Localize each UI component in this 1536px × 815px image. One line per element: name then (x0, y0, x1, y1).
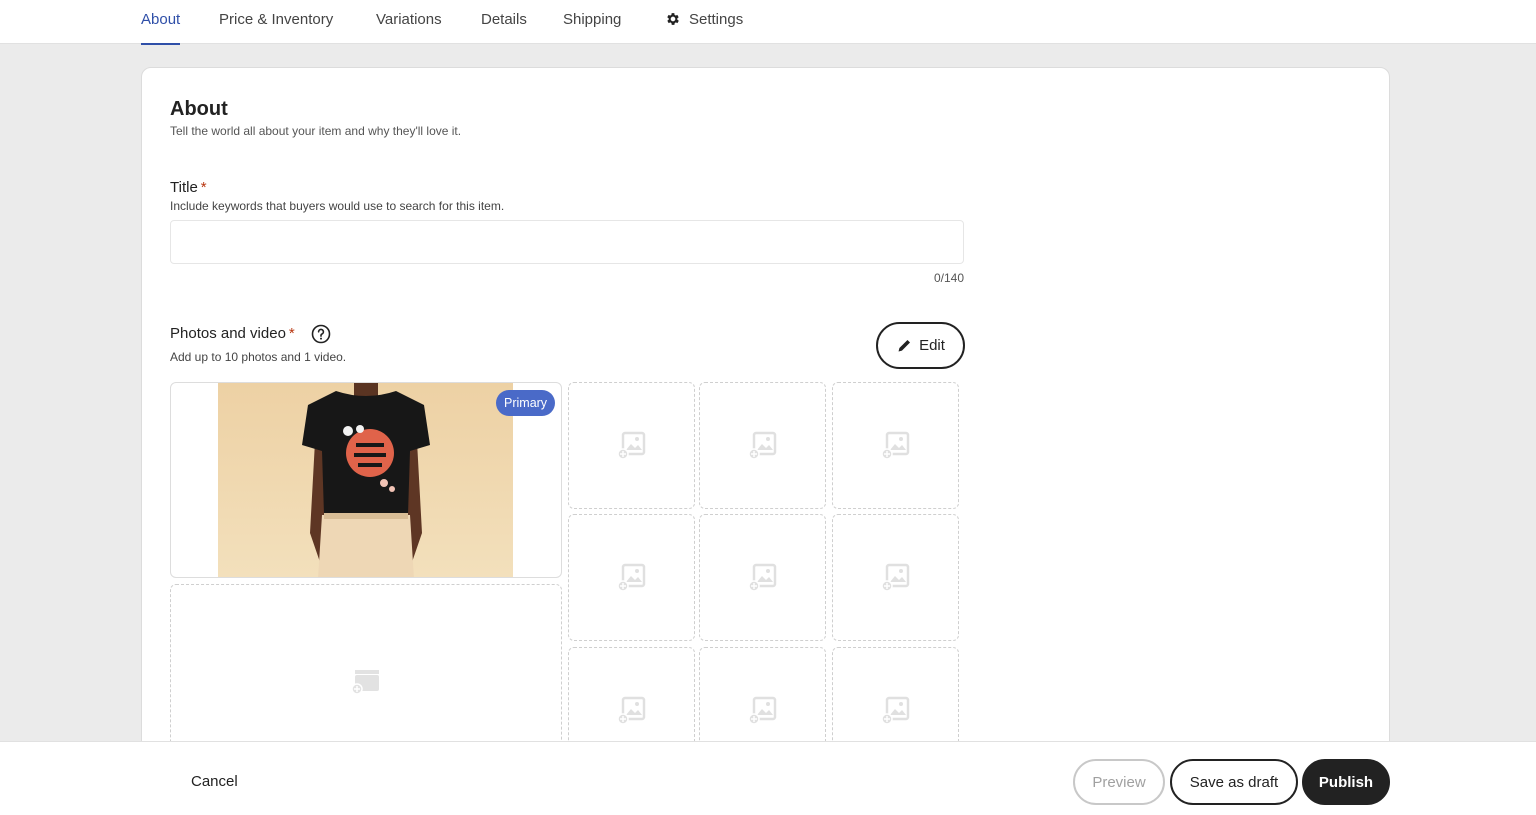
product-photo (218, 383, 513, 577)
add-photo-icon (748, 563, 777, 592)
add-photo-icon (881, 696, 910, 725)
section-subtitle: Tell the world all about your item and w… (170, 124, 462, 138)
tab-details[interactable]: Details (481, 0, 527, 44)
publish-button[interactable]: Publish (1302, 759, 1390, 805)
tab-price-inventory[interactable]: Price & Inventory (219, 0, 333, 44)
gear-icon (667, 13, 679, 25)
photos-help: Add up to 10 photos and 1 video. (170, 350, 347, 364)
photo-slot[interactable] (699, 514, 826, 641)
photo-slot[interactable] (699, 382, 826, 509)
add-video-icon (351, 670, 379, 695)
edit-photos-button[interactable]: Edit (876, 322, 965, 369)
title-char-counter: 0/140 (933, 271, 964, 285)
add-photo-icon (881, 431, 910, 460)
tab-variations[interactable]: Variations (376, 0, 442, 44)
pencil-icon (898, 339, 911, 352)
add-photo-icon (617, 696, 646, 725)
about-card: About Tell the world all about your item… (141, 67, 1390, 787)
section-title: About (170, 98, 228, 120)
photo-slot[interactable] (832, 382, 959, 509)
photo-slot[interactable] (832, 514, 959, 641)
add-photo-icon (617, 563, 646, 592)
add-photo-icon (617, 431, 646, 460)
primary-photo[interactable]: Primary (170, 382, 562, 578)
preview-button[interactable]: Preview (1073, 759, 1165, 805)
edit-label: Edit (919, 337, 945, 354)
tab-about[interactable]: About (141, 0, 181, 45)
action-bar: Cancel Preview Save as draft Publish (0, 741, 1536, 815)
photo-slot[interactable] (568, 514, 695, 641)
listing-tabs: About Price & Inventory Variations Detai… (0, 0, 1536, 45)
add-photo-icon (748, 696, 777, 725)
required-mark: * (288, 325, 295, 342)
tab-settings-label: Settings (689, 11, 744, 28)
tab-settings[interactable]: Settings (665, 0, 743, 44)
save-draft-button[interactable]: Save as draft (1170, 759, 1298, 805)
photo-slot[interactable] (568, 382, 695, 509)
title-label: Title * (170, 179, 207, 196)
primary-badge: Primary (496, 390, 556, 416)
add-video-slot[interactable] (170, 584, 562, 754)
add-photo-icon (748, 431, 777, 460)
tab-shipping[interactable]: Shipping (563, 0, 621, 44)
title-input[interactable] (170, 220, 964, 264)
photos-label: Photos and video * (170, 325, 295, 342)
add-photo-icon (881, 563, 910, 592)
title-help: Include keywords that buyers would use t… (170, 199, 505, 213)
required-mark: * (200, 179, 207, 196)
cancel-button[interactable]: Cancel (175, 759, 254, 803)
question-circle-icon[interactable] (311, 324, 331, 344)
